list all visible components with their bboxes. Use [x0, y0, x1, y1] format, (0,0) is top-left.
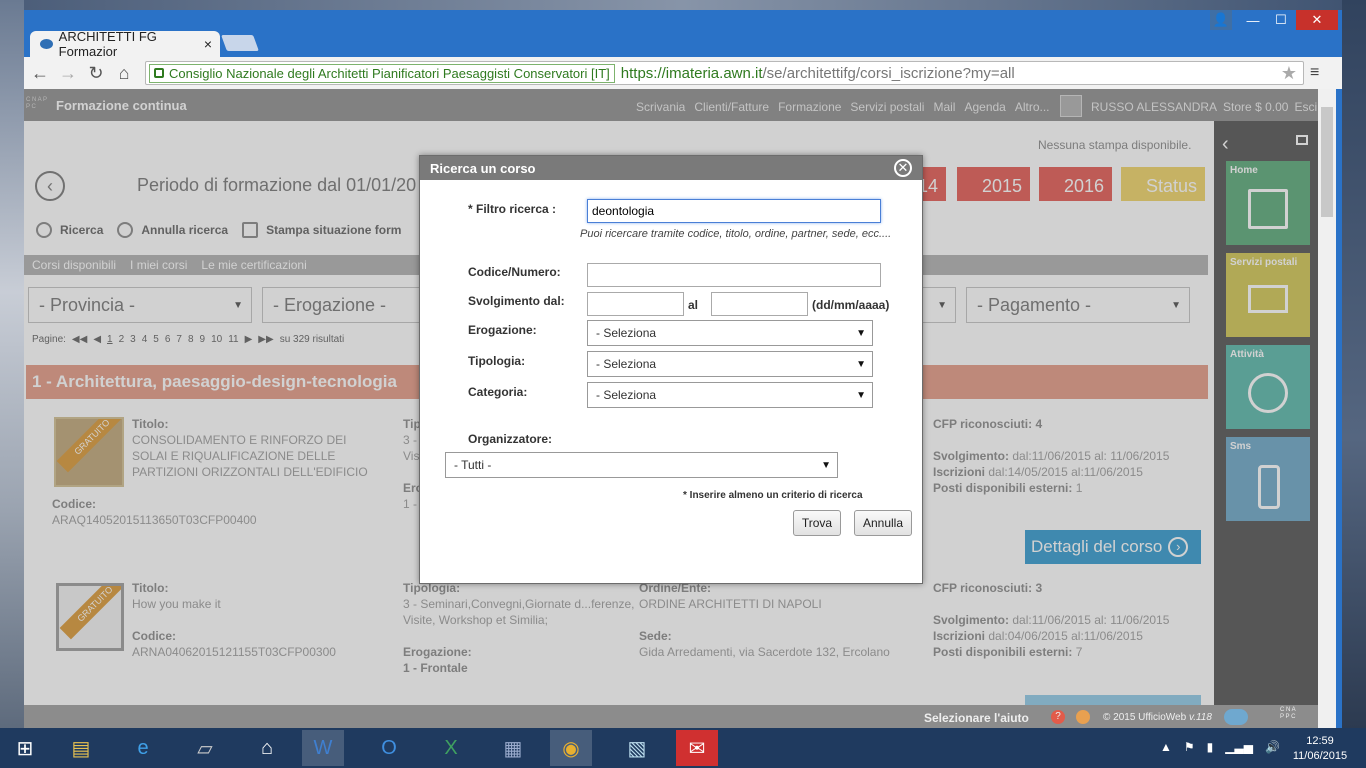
internet-explorer-icon[interactable]: e: [122, 730, 164, 766]
check-badge-icon: [1076, 710, 1090, 724]
date-to-input[interactable]: [711, 292, 808, 316]
date-from-label: Svolgimento dal:: [468, 294, 565, 308]
file-explorer-icon[interactable]: ▤: [60, 730, 102, 766]
find-button[interactable]: Trova: [793, 510, 841, 536]
help-question-icon[interactable]: ?: [1051, 710, 1065, 724]
filter-label: * Filtro ricerca :: [468, 202, 557, 216]
date-format-hint: (dd/mm/aaaa): [812, 298, 890, 312]
tipologia-dialog-select[interactable]: - Seleziona ▼: [587, 351, 873, 377]
code-input[interactable]: [587, 263, 881, 287]
tab-title: ARCHITETTI FG Formazior: [58, 29, 157, 59]
forward-arrow-icon[interactable]: →: [54, 63, 82, 84]
cnappc-footer-logo: C N A P P C: [1280, 707, 1296, 720]
clock-time: 12:59: [1306, 735, 1334, 747]
excel-icon[interactable]: X: [430, 730, 472, 766]
minimize-button[interactable]: —: [1240, 10, 1266, 30]
flag-icon[interactable]: ⚑: [1184, 740, 1195, 754]
browser-menu-icon[interactable]: ≡: [1310, 64, 1326, 82]
battery-icon[interactable]: ▮: [1207, 740, 1214, 754]
signal-icon[interactable]: ▁▃▅: [1225, 740, 1253, 754]
system-tray: ▲ ⚑ ▮ ▁▃▅ 🔊: [1160, 740, 1280, 754]
dropdown-arrow-icon: ▼: [856, 389, 866, 401]
browser-tab[interactable]: ARCHITETTI FG Formazior ×: [30, 29, 220, 59]
back-arrow-icon[interactable]: ←: [26, 63, 54, 84]
close-window-button[interactable]: ✕: [1296, 10, 1338, 30]
mail-app-icon[interactable]: ✉: [676, 730, 718, 766]
ev-certificate-badge[interactable]: Consiglio Nazionale degli Architetti Pia…: [149, 63, 615, 83]
url-path: /se/architettifg/corsi_iscrizione?my=all: [762, 64, 1015, 82]
tipologia-label: Tipologia:: [468, 354, 526, 368]
filter-hint: Puoi ricercare tramite codice, titolo, o…: [580, 228, 892, 240]
cloud-icon: [1224, 709, 1248, 725]
app-status-bar: Selezionare l'aiuto ? © 2015 UfficioWeb …: [24, 705, 1318, 730]
outlook-icon[interactable]: O: [368, 730, 410, 766]
web-page: C N A P P C Formazione continua Scrivani…: [24, 89, 1318, 730]
organizzatore-select[interactable]: - Tutti - ▼: [445, 452, 838, 478]
system-clock[interactable]: 12:59 11/06/2015: [1288, 734, 1352, 764]
dialog-close-icon[interactable]: ✕: [894, 159, 912, 177]
page-scrollbar[interactable]: [1318, 89, 1336, 730]
required-note: * Inserire almeno un criterio di ricerca: [683, 490, 863, 501]
word-icon[interactable]: W: [302, 730, 344, 766]
lock-icon: [154, 68, 164, 78]
volume-icon[interactable]: 🔊: [1265, 740, 1280, 754]
clock-date: 11/06/2015: [1292, 750, 1348, 762]
home-icon[interactable]: ⌂: [110, 63, 138, 84]
desktop-background-right: [1342, 0, 1366, 730]
reload-icon[interactable]: ↻: [82, 63, 110, 84]
maximize-button[interactable]: ☐: [1268, 10, 1294, 30]
erogazione-label: Erogazione:: [468, 323, 537, 337]
home-app-icon[interactable]: ⌂: [246, 730, 288, 766]
code-label: Codice/Numero:: [468, 265, 561, 279]
new-tab-button[interactable]: [221, 35, 259, 51]
dropdown-arrow-icon: ▼: [856, 327, 866, 339]
bookmark-star-icon[interactable]: ★: [1281, 63, 1297, 84]
cancel-button[interactable]: Annulla: [854, 510, 912, 536]
desktop-background-left: [0, 0, 24, 730]
cloud-favicon-icon: [40, 39, 53, 49]
notepad-icon[interactable]: ▧: [616, 730, 658, 766]
dropdown-arrow-icon: ▼: [821, 459, 831, 471]
dialog-title: Ricerca un corso: [420, 156, 922, 180]
chrome-icon[interactable]: ◉: [550, 730, 592, 766]
laptop-app-icon[interactable]: ▱: [184, 730, 226, 766]
tab-close-icon[interactable]: ×: [204, 36, 212, 52]
profile-icon[interactable]: 👤: [1210, 10, 1232, 30]
dropdown-arrow-icon: ▼: [856, 358, 866, 370]
tray-up-arrow-icon[interactable]: ▲: [1160, 740, 1172, 754]
windows-start-icon[interactable]: ⊞: [4, 730, 46, 766]
filter-search-input[interactable]: [587, 199, 881, 223]
address-bar[interactable]: Consiglio Nazionale degli Architetti Pia…: [145, 61, 1304, 85]
categoria-label: Categoria:: [468, 385, 528, 399]
copyright: © 2015 UfficioWeb v.118: [1103, 712, 1212, 723]
help-label[interactable]: Selezionare l'aiuto: [924, 711, 1029, 725]
control-panel-icon[interactable]: ▦: [492, 730, 534, 766]
scrollbar-thumb[interactable]: [1321, 107, 1333, 217]
url-host: https://imateria.awn.it: [620, 64, 763, 82]
ev-certificate-name: Consiglio Nazionale degli Architetti Pia…: [169, 65, 610, 81]
categoria-dialog-select[interactable]: - Seleziona ▼: [587, 382, 873, 408]
organizzatore-label: Organizzatore:: [468, 432, 553, 446]
search-course-dialog: Ricerca un corso ✕ * Filtro ricerca : Pu…: [419, 155, 923, 584]
date-from-input[interactable]: [587, 292, 684, 316]
erogazione-dialog-select[interactable]: - Seleziona ▼: [587, 320, 873, 346]
date-al-label: al: [688, 298, 699, 312]
